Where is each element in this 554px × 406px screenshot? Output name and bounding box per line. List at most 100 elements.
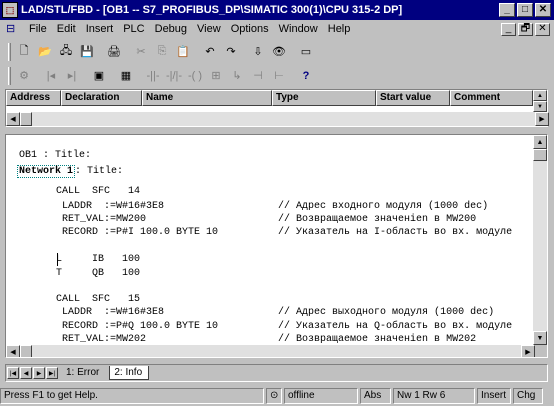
status-position: Nw 1 Rw 6 [393,388,475,404]
connect-icon[interactable]: ⊢ [269,66,289,85]
toolbar-grip[interactable] [8,66,11,85]
col-declaration[interactable]: Declaration [61,90,142,106]
tab-next-icon[interactable]: ▶ [33,367,45,379]
redo-icon[interactable]: ↷ [221,42,241,61]
code-line[interactable]: CALL SFC 15 [56,294,140,306]
network-icon[interactable]: 🖧 [56,42,76,61]
prev-icon[interactable]: |◂ [41,66,61,85]
tab-info[interactable]: 2: Info [109,366,150,380]
code-editor[interactable]: OB1 : Title: Network 1: Title: CALL SFC … [5,134,548,358]
document-icon[interactable]: ⊟ [6,23,20,35]
col-name[interactable]: Name [142,90,272,106]
branch-close-icon[interactable]: ⊣ [248,66,268,85]
scroll-up-icon[interactable]: ▲ [533,135,547,149]
col-address[interactable]: Address [6,90,61,106]
declaration-header: Address Declaration Name Type Start valu… [6,90,547,106]
online-icon[interactable]: ⚙ [14,66,34,85]
grid-icon[interactable]: ▦ [116,66,136,85]
col-type[interactable]: Type [272,90,376,106]
open-icon[interactable]: 📂 [35,42,55,61]
code-line[interactable]: LADDR :=W#16#3E8 // Адрес входного модул… [56,201,488,213]
mdi-close-button[interactable]: ✕ [535,22,550,36]
paste-icon[interactable]: 📋 [173,42,193,61]
status-insert: Insert [477,388,511,404]
mdi-restore-button[interactable]: 🗗 [518,22,533,36]
scroll-thumb[interactable] [20,345,32,357]
menu-view[interactable]: View [192,21,226,37]
scroll-right-icon[interactable]: ▶ [521,345,535,357]
scroll-left-icon[interactable]: ◀ [6,112,20,126]
menu-file[interactable]: File [24,21,52,37]
maximize-button[interactable]: □ [517,3,533,17]
next-icon[interactable]: ▸| [62,66,82,85]
scroll-down-icon[interactable]: ▼ [533,331,547,345]
save-icon[interactable]: 💾 [77,42,97,61]
menu-edit[interactable]: Edit [52,21,81,37]
cut-icon[interactable]: ✂ [131,42,151,61]
block-title[interactable]: OB1 : Title: [19,150,91,162]
code-line[interactable]: CALL SFC 14 [56,186,140,198]
tab-error[interactable]: 1: Error [62,366,105,380]
menu-insert[interactable]: Insert [81,21,119,37]
branch-open-icon[interactable]: ↳ [227,66,247,85]
declaration-vertical-scrollbar[interactable]: ▲ ▼ [533,90,547,112]
scroll-left-icon[interactable]: ◀ [6,345,20,357]
scroll-thumb[interactable] [20,112,32,126]
minimize-button[interactable]: _ [499,3,515,17]
code-line[interactable]: L IB 100 [56,254,140,266]
code-line[interactable]: T QB 100 [56,268,140,280]
print-icon[interactable]: 🖨 [104,42,124,61]
ladder-toolbar: ⚙ |◂ ▸| ▣ ▦ -||- -|/|- -( ) ⊞ ↳ ⊣ ⊢ ? [0,63,554,88]
contact-no-icon[interactable]: -||- [143,66,163,85]
download-icon[interactable]: ⇩ [248,42,268,61]
scroll-down-icon[interactable]: ▼ [533,101,547,112]
network-header[interactable]: Network 1: Title: [17,165,123,178]
scroll-thumb[interactable] [533,149,547,161]
output-tabs: |◀ ◀ ▶ ▶| 1: Error 2: Info [5,364,548,382]
menu-help[interactable]: Help [323,21,356,37]
code-line[interactable]: LADDR :=W#16#3E8 // Адрес выходного моду… [56,307,494,319]
standard-toolbar: 🗋 📂 🖧 💾 🖨 ✂ ⎘ 📋 ↶ ↷ ⇩ 👁 ▭ [0,39,554,64]
new-icon[interactable]: 🗋 [14,42,34,61]
code-line[interactable]: RET_VAL:=MW202 // Возвращаемое значенien… [56,334,476,345]
tab-first-icon[interactable]: |◀ [7,367,19,379]
window-title: LAD/STL/FBD - [OB1 -- S7_PROFIBUS_DP\SIM… [21,4,403,16]
tab-last-icon[interactable]: ▶| [46,367,58,379]
toolbar-grip[interactable] [8,42,11,61]
scroll-up-icon[interactable]: ▲ [533,90,547,101]
code-line[interactable]: RECORD :=P#Q 100.0 BYTE 10 // Указатель … [56,321,512,333]
window-icon[interactable]: ▭ [296,42,316,61]
code-line[interactable]: RECORD :=P#I 100.0 BYTE 10 // Указатель … [56,227,512,239]
text-cursor [57,253,58,266]
code-horizontal-scrollbar[interactable]: ◀ ▶ [6,345,547,357]
title-bar: ⬚ LAD/STL/FBD - [OB1 -- S7_PROFIBUS_DP\S… [0,0,554,20]
tab-prev-icon[interactable]: ◀ [20,367,32,379]
network-label[interactable]: Network 1 [17,165,76,178]
monitor-icon[interactable]: 👁 [269,42,289,61]
stl-code[interactable]: OB1 : Title: Network 1: Title: CALL SFC … [6,135,535,345]
menu-options[interactable]: Options [226,21,274,37]
app-icon[interactable]: ⬚ [2,2,18,18]
menu-window[interactable]: Window [274,21,323,37]
status-online-state: offline [284,388,358,404]
box-icon[interactable]: ⊞ [206,66,226,85]
contact-nc-icon[interactable]: -|/|- [164,66,184,85]
code-vertical-scrollbar[interactable]: ▲ ▼ [533,135,547,345]
scroll-right-icon[interactable]: ▶ [535,112,549,126]
menu-debug[interactable]: Debug [150,21,192,37]
mdi-minimize-button[interactable]: _ [501,22,516,36]
help-icon[interactable]: ? [296,66,316,85]
col-start-value[interactable]: Start value [376,90,450,106]
network-title[interactable]: : Title: [75,166,123,177]
copy-icon[interactable]: ⎘ [152,42,172,61]
overview-icon[interactable]: ▣ [89,66,109,85]
code-line[interactable]: RET_VAL:=MW200 // Возвращаемое значенien… [56,214,476,226]
coil-icon[interactable]: -( ) [185,66,205,85]
declaration-table: Address Declaration Name Type Start valu… [5,89,549,127]
status-bar: Press F1 to get Help. ⊙ offline Abs Nw 1… [0,386,554,406]
menu-plc[interactable]: PLC [118,21,149,37]
undo-icon[interactable]: ↶ [200,42,220,61]
declaration-horizontal-scrollbar[interactable]: ◀ ▶ [6,112,549,126]
close-button[interactable]: ✕ [535,3,551,17]
col-comment[interactable]: Comment [450,90,533,106]
